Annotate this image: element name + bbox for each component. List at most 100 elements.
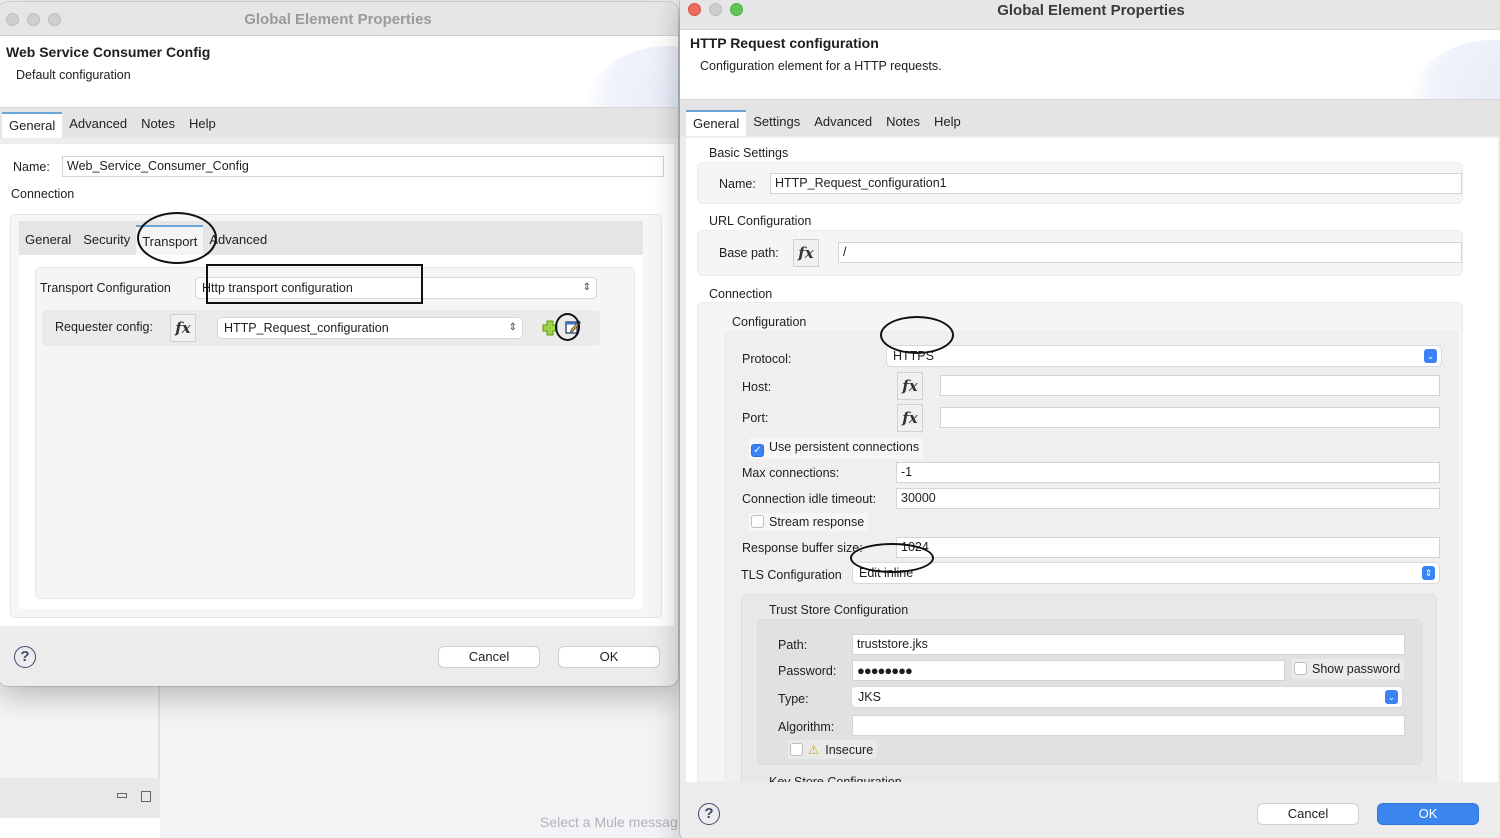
path-label: Path: xyxy=(778,638,808,652)
header-subtitle: Configuration element for a HTTP request… xyxy=(700,59,942,73)
trust-store-title: Trust Store Configuration xyxy=(769,603,909,617)
max-connections-input[interactable]: -1 xyxy=(896,462,1440,483)
connection-title: Connection xyxy=(709,287,773,301)
basic-settings-group: Name: HTTP_Request_configuration1 xyxy=(697,162,1463,204)
minimize-icon[interactable] xyxy=(117,793,127,798)
tab-help[interactable]: Help xyxy=(927,110,968,136)
name-input[interactable]: HTTP_Request_configuration1 xyxy=(770,173,1462,194)
tab-notes[interactable]: Notes xyxy=(134,112,182,138)
title-bar: Global Element Properties xyxy=(680,0,1500,30)
tls-configuration-value: Edit inline xyxy=(859,566,914,580)
http-request-config-dialog: Global Element Properties HTTP Request c… xyxy=(680,0,1500,838)
path-input[interactable]: truststore.jks xyxy=(852,634,1405,655)
url-configuration-title: URL Configuration xyxy=(709,214,812,228)
help-icon[interactable]: ? xyxy=(14,646,36,668)
requester-config-select[interactable]: HTTP_Request_configuration ⇕ xyxy=(218,318,522,338)
transport-group: Transport Configuration Http transport c… xyxy=(35,267,635,599)
maximize-icon[interactable] xyxy=(141,791,151,802)
tab-settings[interactable]: Settings xyxy=(746,110,807,136)
fx-expression-button[interactable]: fx xyxy=(793,239,819,267)
tab-notes[interactable]: Notes xyxy=(879,110,927,136)
checkbox-unchecked-icon xyxy=(790,743,803,756)
help-icon[interactable]: ? xyxy=(698,803,720,825)
requester-config-label: Requester config: xyxy=(55,320,153,334)
dialog-tabs: General Advanced Notes Help xyxy=(0,108,678,138)
window-title: Global Element Properties xyxy=(997,2,1185,19)
green-plus-icon xyxy=(542,320,558,336)
idle-timeout-label: Connection idle timeout: xyxy=(742,492,877,506)
chevron-down-icon: ⌄ xyxy=(1424,349,1437,363)
ok-button[interactable]: OK xyxy=(559,647,659,667)
transport-config-value: Http transport configuration xyxy=(202,281,353,295)
fx-expression-button[interactable]: fx xyxy=(170,314,196,342)
warning-icon: ⚠ xyxy=(808,743,820,757)
stream-response-label: Stream response xyxy=(769,515,865,529)
url-configuration-group: Base path: fx / xyxy=(697,230,1463,276)
trust-store-group: Path: truststore.jks Password: ●●●●●●●● … xyxy=(757,619,1422,765)
type-value: JKS xyxy=(858,690,881,704)
show-password-checkbox[interactable]: Show password xyxy=(1292,659,1405,679)
name-label: Name: xyxy=(719,177,756,191)
tab-advanced[interactable]: Advanced xyxy=(807,110,879,136)
tab-connection-transport[interactable]: Transport xyxy=(136,225,204,255)
dialog-header: HTTP Request configuration Configuration… xyxy=(680,30,1500,100)
connection-group: General Security Transport Advanced Tran… xyxy=(10,214,662,618)
cancel-button[interactable]: Cancel xyxy=(439,647,539,667)
password-input[interactable]: ●●●●●●●● xyxy=(852,660,1285,681)
host-input[interactable] xyxy=(940,375,1440,396)
protocol-value: HTTPS xyxy=(893,349,934,363)
type-select[interactable]: JKS ⌄ xyxy=(852,687,1402,707)
base-path-label: Base path: xyxy=(719,246,779,260)
header-title: Web Service Consumer Config xyxy=(6,44,211,60)
fx-expression-button[interactable]: fx xyxy=(897,404,923,432)
add-config-button[interactable] xyxy=(540,318,560,338)
port-label: Port: xyxy=(742,411,769,425)
tls-group: Trust Store Configuration Path: truststo… xyxy=(741,594,1437,782)
transport-config-label: Transport Configuration xyxy=(40,281,171,295)
edit-config-button[interactable] xyxy=(564,318,582,336)
connection-tabs: General Security Transport Advanced xyxy=(19,221,643,255)
base-path-input[interactable]: / xyxy=(838,242,1462,263)
key-store-title: Key Store Configuration xyxy=(769,775,902,782)
updown-chevron-icon: ⇕ xyxy=(508,322,517,333)
insecure-label: Insecure xyxy=(825,743,874,757)
configuration-group: Protocol: HTTPS ⌄ Host: fx Port: fx ✓ Use… xyxy=(724,331,1458,782)
general-tab-content: Name: Web_Service_Consumer_Config Connec… xyxy=(0,144,674,626)
tab-connection-security[interactable]: Security xyxy=(77,225,136,255)
tab-general[interactable]: General xyxy=(2,112,63,138)
tls-configuration-select[interactable]: Edit inline ⇕ xyxy=(853,563,1439,583)
connection-label: Connection xyxy=(11,187,75,201)
chevron-down-icon: ⌄ xyxy=(1385,690,1398,704)
transport-config-select[interactable]: Http transport configuration ⇕ xyxy=(196,278,596,298)
checkbox-unchecked-icon xyxy=(751,515,764,528)
tls-configuration-label: TLS Configuration xyxy=(741,568,842,582)
tab-connection-advanced[interactable]: Advanced xyxy=(203,225,273,255)
host-label: Host: xyxy=(742,380,772,394)
tab-help[interactable]: Help xyxy=(182,112,223,138)
persistent-connections-checkbox[interactable]: ✓ Use persistent connections xyxy=(749,438,924,459)
idle-timeout-input[interactable]: 30000 xyxy=(896,488,1440,509)
algorithm-input[interactable] xyxy=(852,715,1405,736)
tab-advanced[interactable]: Advanced xyxy=(62,112,134,138)
buffer-size-input[interactable]: 1024 xyxy=(896,537,1440,558)
name-input[interactable]: Web_Service_Consumer_Config xyxy=(62,156,664,177)
cancel-button[interactable]: Cancel xyxy=(1258,804,1358,824)
port-input[interactable] xyxy=(940,407,1440,428)
fx-expression-button[interactable]: fx xyxy=(897,372,923,400)
checkbox-checked-icon: ✓ xyxy=(751,444,764,457)
ok-button[interactable]: OK xyxy=(1378,804,1478,824)
ide-panel-toolbar xyxy=(0,778,160,818)
basic-settings-title: Basic Settings xyxy=(709,146,789,160)
tab-general[interactable]: General xyxy=(686,110,747,136)
tab-connection-general[interactable]: General xyxy=(19,225,77,255)
algorithm-label: Algorithm: xyxy=(778,720,835,734)
stream-response-checkbox[interactable]: Stream response xyxy=(749,513,869,531)
insecure-checkbox[interactable]: ⚠ Insecure xyxy=(788,740,878,759)
buffer-size-label: Response buffer size: xyxy=(742,541,863,555)
requester-config-value: HTTP_Request_configuration xyxy=(224,321,389,335)
type-label: Type: xyxy=(778,692,809,706)
protocol-select[interactable]: HTTPS ⌄ xyxy=(887,346,1441,366)
ide-left-bottom xyxy=(0,818,160,838)
name-label: Name: xyxy=(13,160,50,174)
web-service-consumer-dialog: Global Element Properties Web Service Co… xyxy=(0,2,678,686)
